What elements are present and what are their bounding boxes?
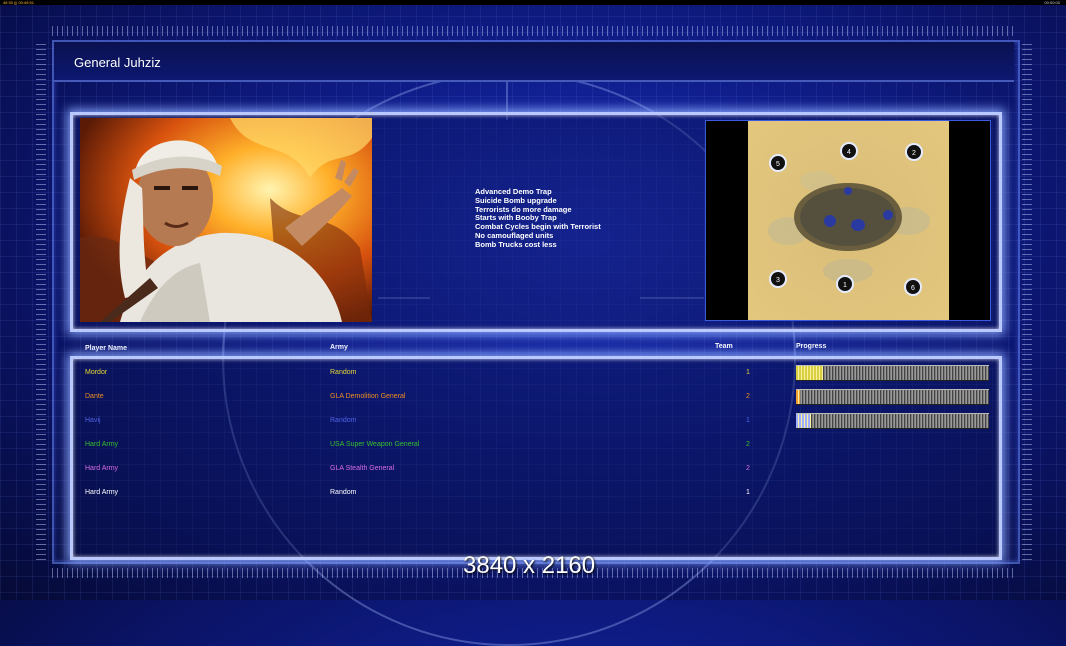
svg-text:2: 2: [912, 150, 916, 157]
svg-text:1: 1: [843, 282, 847, 289]
start-position-marker[interactable]: 2: [905, 143, 923, 161]
svg-text:3: 3: [776, 277, 780, 284]
svg-text:6: 6: [911, 285, 915, 292]
progress-bar: [796, 365, 989, 381]
player-team: 2: [746, 393, 750, 400]
player-name: Dante: [85, 393, 104, 400]
player-army: Random: [330, 369, 357, 376]
player-team: 2: [746, 465, 750, 472]
start-position-marker[interactable]: 3: [769, 270, 787, 288]
player-name: Hard Army: [85, 489, 119, 496]
svg-text:5: 5: [776, 161, 780, 168]
player-team: 1: [746, 489, 750, 496]
player-team: 1: [746, 417, 750, 424]
status-bar: 48 50 ||| 00:49:51 00:00:00: [0, 0, 1066, 5]
player-army: GLA Stealth General: [330, 465, 395, 472]
ruler-left: [36, 40, 46, 560]
ruler-top: [52, 26, 1016, 36]
perk-item: Bomb Trucks cost less: [475, 239, 557, 249]
player-army: USA Super Weapon General: [330, 441, 420, 448]
player-army: GLA Demolition General: [330, 393, 406, 400]
progress-fill: [796, 390, 800, 404]
header-bar: [54, 42, 1014, 82]
ruler-right: [1022, 40, 1032, 560]
column-header-player: Player Name: [85, 345, 128, 352]
progress-fill: [796, 414, 812, 428]
progress-bar: [796, 389, 989, 405]
progress-fill: [796, 366, 824, 380]
start-position-marker[interactable]: 6: [904, 278, 922, 296]
status-left-text: 48 50 ||| 00:49:51: [3, 0, 34, 5]
general-name: General Juhziz: [74, 55, 161, 70]
player-name: Hard Army: [85, 441, 119, 448]
player-army: Random: [330, 417, 357, 424]
column-header-team: Team: [715, 343, 733, 350]
player-name: Havij: [85, 417, 101, 424]
progress-bar: [796, 413, 989, 429]
start-position-marker[interactable]: 1: [836, 275, 854, 293]
status-right-text: 00:00:00: [1044, 0, 1060, 5]
player-team: 2: [746, 441, 750, 448]
players-panel: [70, 356, 1002, 560]
column-header-army: Army: [330, 344, 348, 351]
player-army: Random: [330, 489, 357, 496]
player-name: Hard Army: [85, 465, 119, 472]
start-position-marker[interactable]: 4: [840, 142, 858, 160]
column-header-progress: Progress: [796, 343, 827, 350]
player-team: 1: [746, 369, 750, 376]
map-start-markers: 5 4 2 3 1 6: [769, 142, 923, 296]
resolution-label: 3840 x 2160: [463, 552, 596, 579]
start-position-marker[interactable]: 5: [769, 154, 787, 172]
player-name: Mordor: [85, 369, 108, 376]
general-perks-list: Advanced Demo Trap Suicide Bomb upgrade …: [475, 187, 601, 250]
general-portrait: [80, 118, 372, 322]
svg-text:4: 4: [847, 149, 851, 156]
